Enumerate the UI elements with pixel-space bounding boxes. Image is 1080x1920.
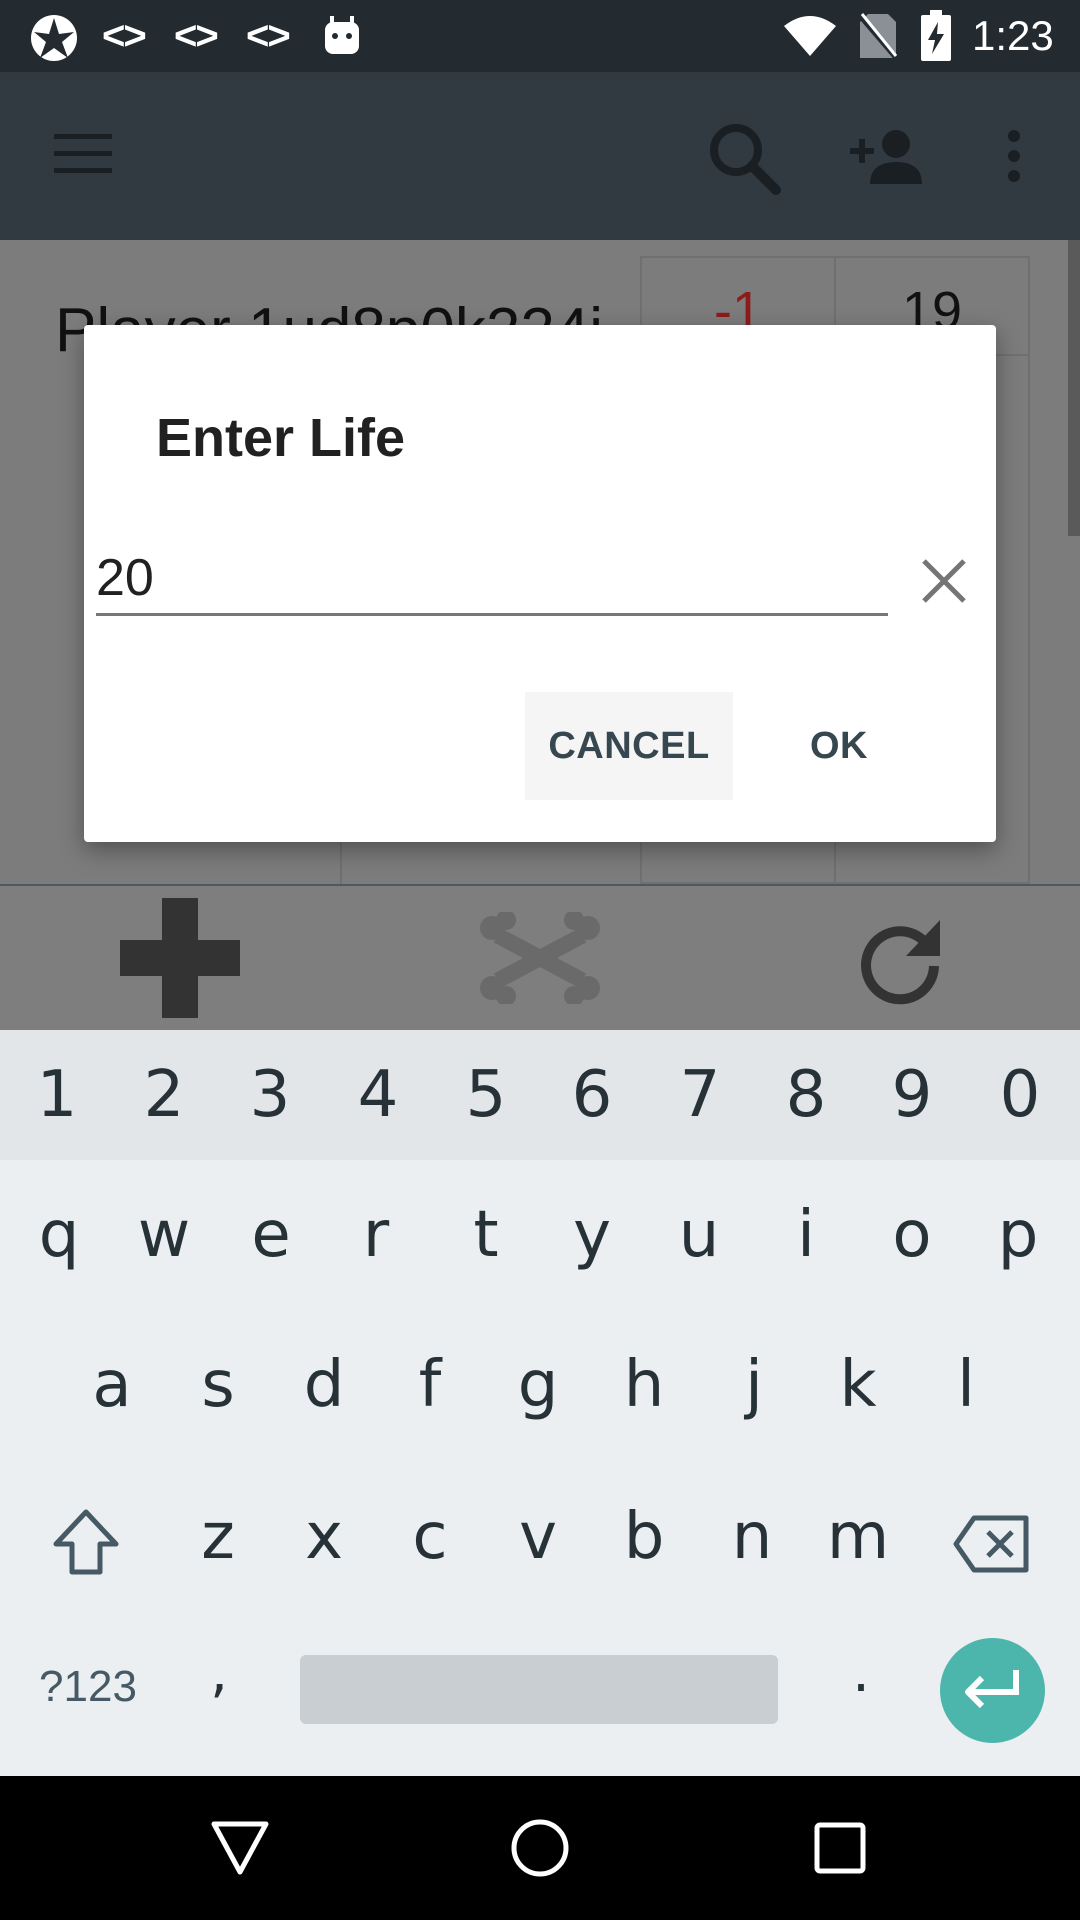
overflow-menu-icon[interactable] bbox=[1004, 130, 1024, 187]
key-7[interactable]: 7 bbox=[646, 1058, 754, 1132]
key-p[interactable]: p bbox=[964, 1198, 1072, 1272]
soft-keyboard: 1 2 3 4 5 6 7 8 9 0 q w e r t y u i o p … bbox=[0, 1030, 1080, 1776]
key-4[interactable]: 4 bbox=[324, 1058, 432, 1132]
app-toolbar bbox=[0, 72, 1080, 240]
clock: 1:23 bbox=[972, 12, 1054, 59]
enter-icon bbox=[962, 1668, 1022, 1717]
status-bar: <> <> <> 1:23 bbox=[0, 0, 1080, 72]
key-6[interactable]: 6 bbox=[538, 1058, 646, 1132]
period-key[interactable]: . bbox=[826, 1640, 896, 1705]
key-x[interactable]: x bbox=[270, 1500, 378, 1574]
key-i[interactable]: i bbox=[752, 1198, 860, 1272]
key-0[interactable]: 0 bbox=[966, 1058, 1074, 1132]
backspace-icon[interactable] bbox=[952, 1514, 1032, 1579]
dialog-title: Enter Life bbox=[156, 408, 406, 468]
home-icon[interactable] bbox=[510, 1818, 570, 1883]
key-h[interactable]: h bbox=[590, 1348, 698, 1422]
code-notification-icon: <> bbox=[102, 14, 147, 58]
key-n[interactable]: n bbox=[698, 1500, 806, 1574]
key-w[interactable]: w bbox=[110, 1198, 218, 1272]
key-8[interactable]: 8 bbox=[752, 1058, 860, 1132]
life-input[interactable] bbox=[96, 543, 888, 616]
key-v[interactable]: v bbox=[484, 1500, 592, 1574]
key-d[interactable]: d bbox=[270, 1348, 378, 1422]
battery-charging-icon bbox=[920, 10, 952, 67]
key-c[interactable]: c bbox=[376, 1500, 484, 1574]
reset-icon[interactable] bbox=[856, 916, 946, 1011]
key-k[interactable]: k bbox=[804, 1348, 912, 1422]
key-g[interactable]: g bbox=[484, 1348, 592, 1422]
recents-icon[interactable] bbox=[814, 1822, 866, 1879]
navigation-bar bbox=[0, 1776, 1080, 1920]
no-sim-icon bbox=[858, 12, 898, 65]
space-bar[interactable] bbox=[300, 1655, 778, 1724]
key-m[interactable]: m bbox=[804, 1500, 912, 1574]
cancel-button[interactable]: CANCEL bbox=[525, 692, 733, 800]
key-1[interactable]: 1 bbox=[3, 1058, 111, 1132]
app-logo-icon bbox=[28, 12, 80, 69]
key-a[interactable]: a bbox=[58, 1348, 166, 1422]
key-b[interactable]: b bbox=[590, 1500, 698, 1574]
key-e[interactable]: e bbox=[217, 1198, 325, 1272]
key-y[interactable]: y bbox=[538, 1198, 646, 1272]
back-icon[interactable] bbox=[210, 1820, 270, 1881]
key-3[interactable]: 3 bbox=[216, 1058, 324, 1132]
key-5[interactable]: 5 bbox=[432, 1058, 540, 1132]
enter-key[interactable] bbox=[940, 1638, 1045, 1743]
comma-key[interactable]: , bbox=[184, 1640, 254, 1705]
key-2[interactable]: 2 bbox=[110, 1058, 218, 1132]
clear-icon[interactable] bbox=[910, 547, 978, 615]
key-s[interactable]: s bbox=[164, 1348, 272, 1422]
grid-divider bbox=[340, 840, 342, 884]
code-notification-icon: <> bbox=[174, 14, 219, 58]
action-bar bbox=[0, 884, 1080, 1032]
key-f[interactable]: f bbox=[376, 1348, 484, 1422]
add-player-icon[interactable] bbox=[850, 128, 926, 189]
key-q[interactable]: q bbox=[5, 1198, 113, 1272]
android-debug-icon bbox=[322, 14, 362, 61]
key-9[interactable]: 9 bbox=[858, 1058, 966, 1132]
crossbones-icon[interactable] bbox=[478, 910, 602, 1009]
key-o[interactable]: o bbox=[858, 1198, 966, 1272]
key-j[interactable]: j bbox=[700, 1348, 808, 1422]
key-r[interactable]: r bbox=[322, 1198, 430, 1272]
shift-icon[interactable] bbox=[50, 1506, 122, 1583]
code-notification-icon: <> bbox=[246, 14, 291, 58]
search-icon[interactable] bbox=[706, 120, 782, 201]
key-t[interactable]: t bbox=[432, 1198, 540, 1272]
symbols-key[interactable]: ?123 bbox=[18, 1662, 158, 1712]
ok-button[interactable]: OK bbox=[781, 692, 897, 800]
key-u[interactable]: u bbox=[645, 1198, 753, 1272]
number-row: 1 2 3 4 5 6 7 8 9 0 bbox=[0, 1030, 1080, 1160]
enter-life-dialog: Enter Life CANCEL OK bbox=[84, 325, 996, 842]
add-icon[interactable] bbox=[120, 898, 240, 1023]
menu-icon[interactable] bbox=[54, 134, 112, 179]
wifi-icon bbox=[782, 12, 838, 63]
key-z[interactable]: z bbox=[164, 1500, 272, 1574]
scrollbar[interactable] bbox=[1068, 240, 1080, 536]
key-l[interactable]: l bbox=[912, 1348, 1020, 1422]
